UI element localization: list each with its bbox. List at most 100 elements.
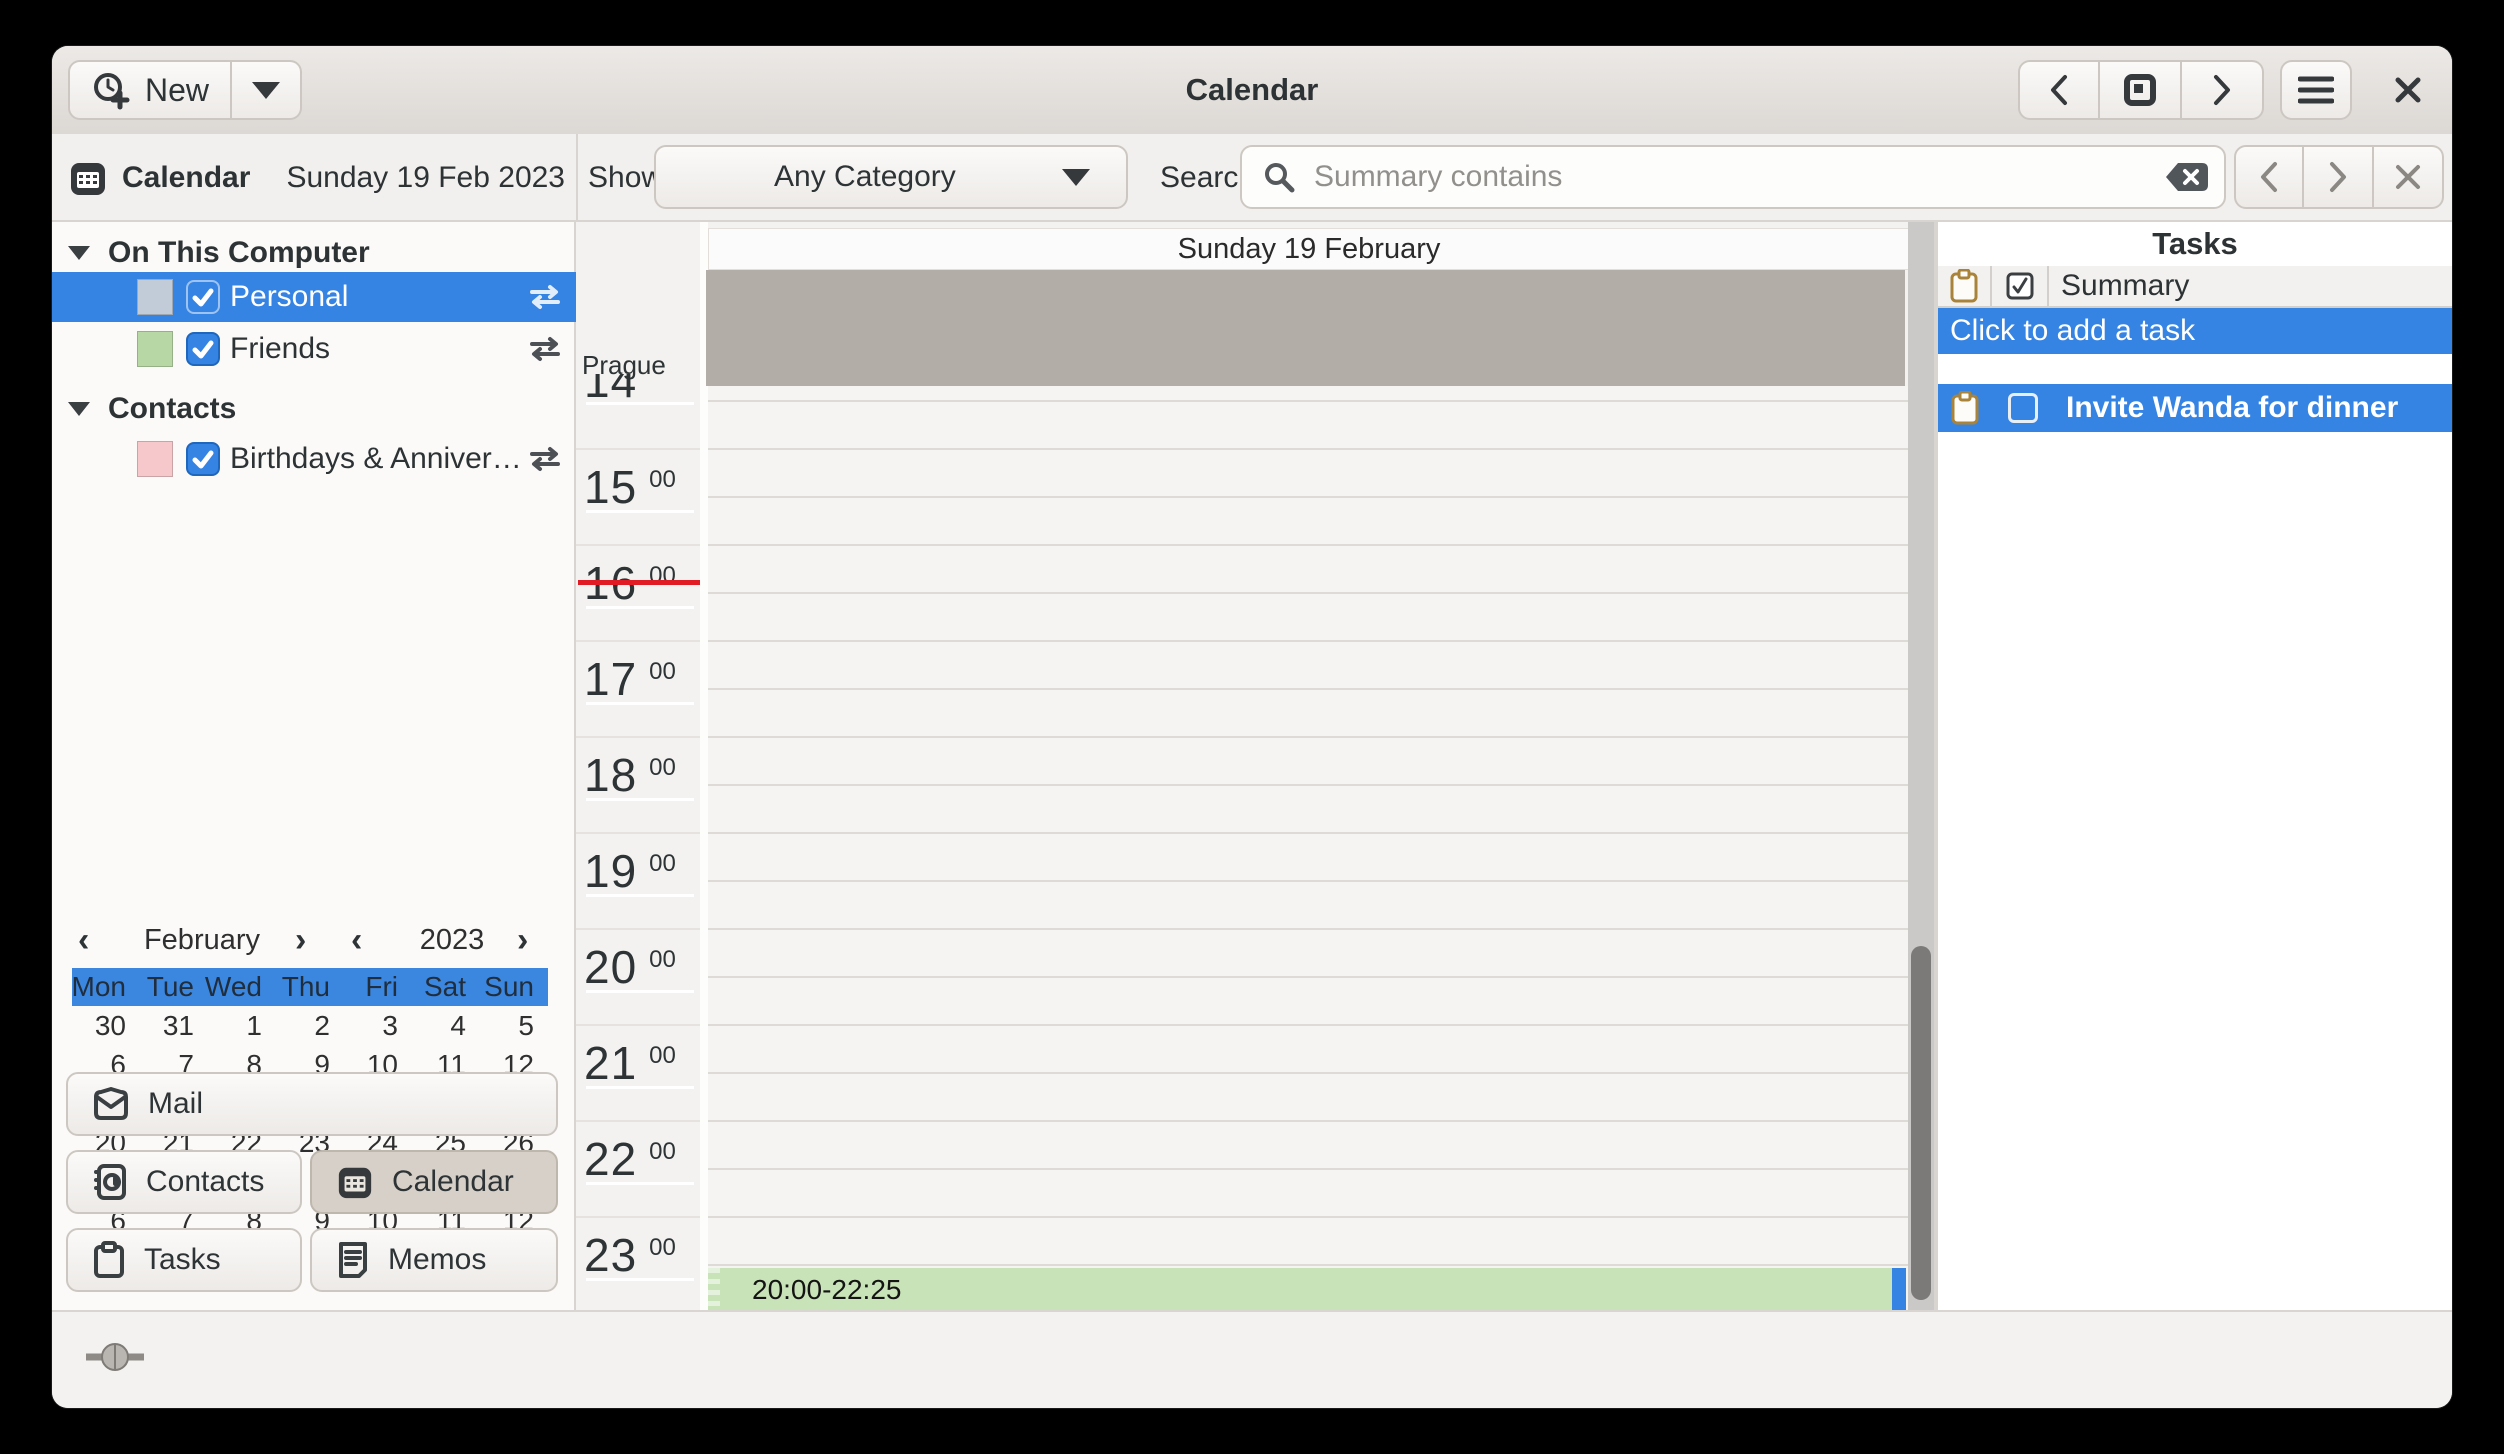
friends-checkbox[interactable] [186, 332, 220, 366]
tasks-title: Tasks [1938, 226, 2452, 262]
hour-label: 1500 [584, 460, 700, 508]
category-dropdown[interactable]: Any Category [654, 145, 1128, 209]
day-view-header: Sunday 19 February [708, 228, 1910, 270]
close-icon [2393, 162, 2423, 192]
grid-half-hour-line [708, 832, 1908, 834]
switcher-calendar-button[interactable]: Calendar [310, 1150, 558, 1214]
hour-underline [586, 990, 694, 993]
calendar-color-swatch [137, 331, 173, 367]
prev-month-button[interactable]: ‹ [78, 921, 89, 960]
grid-half-hour-line [708, 400, 1908, 402]
grid-half-hour-line [708, 1168, 1908, 1170]
mini-calendar-day-cell[interactable]: 1 [208, 1006, 276, 1045]
hour-underline [586, 1086, 694, 1089]
prev-year-button[interactable]: ‹ [351, 921, 362, 960]
time-column-hour-line [576, 544, 700, 546]
tasks-complete-column-header[interactable] [1992, 266, 2049, 306]
chevron-right-icon [2208, 72, 2236, 108]
grid-half-hour-line [708, 880, 1908, 882]
mini-calendar-day-cell[interactable]: 3 [344, 1006, 412, 1045]
task-checkbox[interactable] [2008, 393, 2038, 423]
next-year-button[interactable]: › [517, 921, 528, 960]
mini-calendar-day-cell[interactable]: 31 [140, 1006, 208, 1045]
close-window-button[interactable] [2378, 60, 2438, 120]
vertical-scrollbar[interactable] [1908, 222, 1934, 1310]
event-time: 20:00-22:25 [752, 1274, 901, 1306]
grid-half-hour-line [708, 736, 1908, 738]
time-column-hour-line [576, 928, 700, 930]
hour-label: 2000 [584, 940, 700, 988]
sidebar-item-personal[interactable]: Personal [52, 272, 576, 322]
today-button[interactable] [2100, 60, 2182, 120]
close-icon [2392, 74, 2424, 106]
switcher-memos-button[interactable]: Memos [310, 1228, 558, 1292]
clear-search-icon[interactable] [2164, 161, 2210, 193]
section-label: Contacts [108, 392, 236, 426]
expander-icon[interactable] [68, 246, 90, 260]
search-close-button[interactable] [2374, 145, 2444, 209]
search-next-button[interactable] [2304, 145, 2374, 209]
sidebar-section-contacts[interactable]: Contacts [52, 384, 576, 434]
sidebar-section-on-this-computer[interactable]: On This Computer [52, 228, 576, 278]
scrollbar-thumb[interactable] [1911, 946, 1931, 1300]
grid-half-hour-line [708, 1024, 1908, 1026]
switcher-contacts-button[interactable]: Contacts [66, 1150, 302, 1214]
sidebar-item-friends[interactable]: Friends [52, 324, 576, 374]
menu-button[interactable] [2280, 60, 2352, 120]
tasks-panel: Tasks Summary Click to add a task [1938, 222, 2452, 1310]
sidebar-item-birthdays[interactable]: Birthdays & Anniver… [52, 434, 576, 484]
mini-calendar-day-cell[interactable]: 30 [72, 1006, 140, 1045]
grid-half-hour-line [708, 976, 1908, 978]
mini-calendar-day-name: Sat [412, 968, 480, 1006]
mini-calendar-day-name: Mon [72, 968, 140, 1006]
time-column-hour-line [576, 640, 700, 642]
next-button[interactable] [2182, 60, 2264, 120]
add-task-row[interactable]: Click to add a task [1938, 308, 2452, 354]
year-label: 2023 [382, 924, 522, 957]
mini-calendar-day-name: Fri [344, 968, 412, 1006]
grid-half-hour-line [708, 928, 1908, 930]
expander-icon[interactable] [68, 402, 90, 416]
search-previous-button[interactable] [2234, 145, 2304, 209]
sidebar: On This Computer Personal Friends Co [52, 222, 576, 1310]
hour-underline [586, 702, 694, 705]
search-input[interactable]: Summary contains [1240, 145, 2226, 209]
calendar-item-label: Friends [230, 332, 330, 366]
clipboard-icon [1951, 391, 1979, 425]
day-view-grid[interactable]: 20:00-22:25 Dinner with Wanda [708, 386, 1908, 1310]
next-month-button[interactable]: › [295, 921, 306, 960]
switcher-mail-button[interactable]: Mail [66, 1072, 558, 1136]
grid-half-hour-line [708, 544, 1908, 546]
mini-calendar-day-name: Sun [480, 968, 548, 1006]
personal-checkbox[interactable] [186, 280, 220, 314]
grid-half-hour-line [708, 496, 1908, 498]
birthdays-checkbox[interactable] [186, 442, 220, 476]
mail-icon [92, 1087, 130, 1121]
hour-label: 2100 [584, 1036, 700, 1084]
tasks-type-column-header[interactable] [1938, 266, 1992, 306]
mini-calendar-day-cell[interactable]: 4 [412, 1006, 480, 1045]
hour-underline [586, 798, 694, 801]
all-day-section[interactable] [706, 270, 1905, 386]
task-title: Invite Wanda for dinner [2066, 391, 2398, 425]
tasks-summary-column-header[interactable]: Summary [2049, 266, 2452, 306]
hour-underline [586, 1278, 694, 1281]
grid-half-hour-line [708, 688, 1908, 690]
switcher-tasks-button[interactable]: Tasks [66, 1228, 302, 1292]
task-row-invite-wanda[interactable]: Invite Wanda for dinner [1938, 384, 2452, 432]
status-bar [52, 1310, 2452, 1408]
pane-resize-handle-icon[interactable] [84, 1342, 146, 1372]
grid-half-hour-line [708, 1120, 1908, 1122]
hour-label: 1700 [584, 652, 700, 700]
mini-calendar-day-cell[interactable]: 2 [276, 1006, 344, 1045]
hour-label: 1800 [584, 748, 700, 796]
sync-icon [528, 284, 562, 310]
mini-calendar-day-name: Tue [140, 968, 208, 1006]
previous-button[interactable] [2018, 60, 2100, 120]
chevron-left-icon [2045, 72, 2073, 108]
mini-calendar-day-cell[interactable]: 5 [480, 1006, 548, 1045]
partial-hour-label: 14 [584, 374, 637, 402]
calendar-color-swatch [137, 441, 173, 477]
grid-half-hour-line [708, 1216, 1908, 1218]
time-column-hour-line [576, 736, 700, 738]
